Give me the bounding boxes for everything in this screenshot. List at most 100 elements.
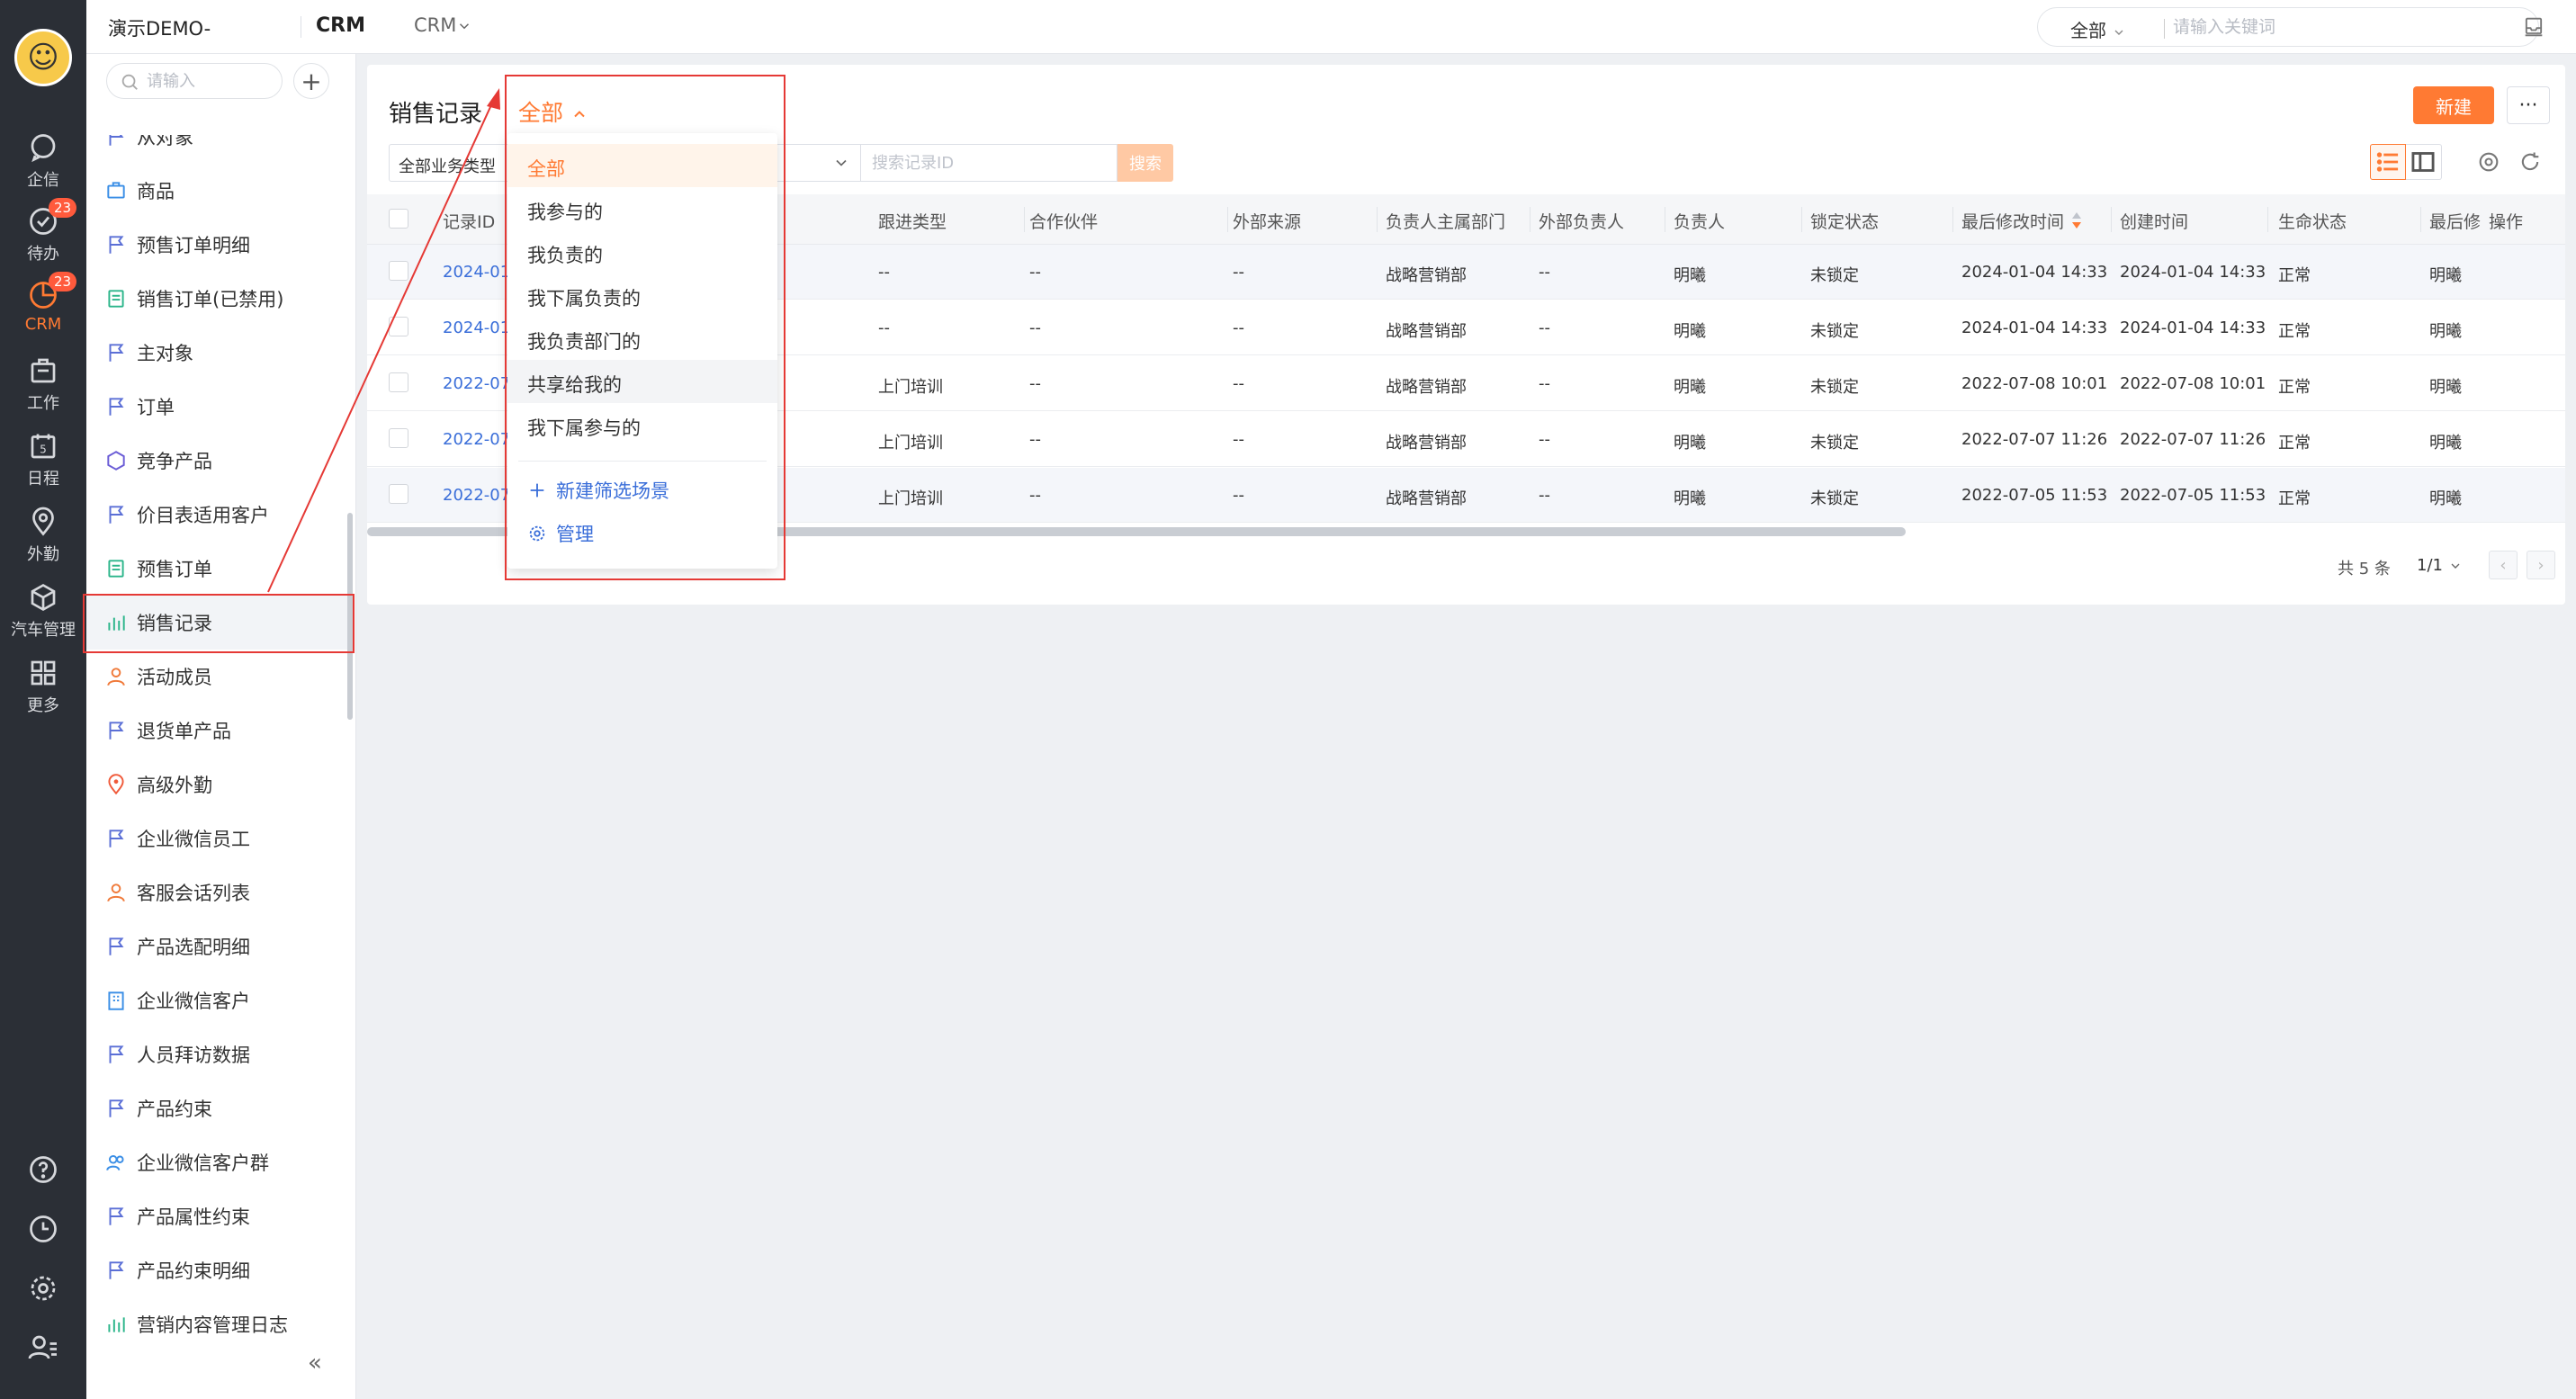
table-cell: 2022-07-07 11:26 (1961, 430, 2108, 449)
nav-item[interactable]: 活动成员 (86, 650, 347, 704)
flag-icon (109, 398, 124, 416)
split-view-toggle[interactable] (2406, 144, 2442, 180)
search-button[interactable]: 搜索 (1117, 144, 1173, 182)
rail-item-car[interactable]: 汽车管理 (0, 576, 86, 648)
rail-item-work[interactable]: 工作 (0, 349, 86, 421)
search-field-select[interactable] (774, 144, 860, 182)
rail-item-crm[interactable]: CRM 23 (0, 272, 86, 345)
nav-item[interactable]: 退货单产品 (86, 704, 347, 758)
row-checkbox[interactable] (389, 484, 408, 504)
inbox-icon[interactable] (2521, 14, 2546, 40)
column-header[interactable]: 记录ID (443, 209, 495, 233)
rail-item-more[interactable]: 更多 (0, 651, 86, 723)
clock-icon[interactable] (27, 1213, 59, 1245)
nav-item[interactable]: 价目表适用客户 (86, 488, 347, 542)
rail-item-field[interactable]: 外勤 (0, 500, 86, 572)
more-button[interactable]: ··· (2507, 86, 2550, 124)
table-cell: 2022-07-05 11:53 (1961, 486, 2108, 505)
column-header[interactable]: 外部负责人 (1539, 209, 1624, 233)
collapse-panel-button[interactable]: « (308, 1350, 322, 1377)
chevron-down-icon (836, 159, 847, 166)
rail-item-chat[interactable]: 企信 (0, 126, 86, 198)
grid-icon (31, 660, 56, 686)
app-logo[interactable]: ☺ (14, 29, 72, 86)
settings-icon[interactable] (27, 1272, 59, 1305)
nav-item[interactable]: 产品约束 (86, 1081, 347, 1135)
column-header[interactable]: 外部来源 (1233, 209, 1301, 233)
add-object-button[interactable]: + (293, 63, 329, 99)
rail-label: 更多 (27, 696, 59, 715)
global-search-input[interactable] (2173, 13, 2515, 40)
column-header[interactable]: 负责人主属部门 (1386, 209, 1505, 233)
table-cell: 未锁定 (1810, 489, 1859, 508)
record-search-input[interactable] (872, 152, 1106, 174)
nav-item[interactable]: 预售订单明细 (86, 218, 347, 272)
table-cell: 2024-01-04 14:33 (2120, 318, 2266, 337)
object-nav-panel: + 从对象商品预售订单明细销售订单(已禁用) 主对象订单竞争产品价目表适用客户预售… (86, 54, 356, 1399)
column-header[interactable]: 锁定状态 (1810, 209, 1879, 233)
nav-item[interactable]: 产品约束明细 (86, 1243, 347, 1297)
nav-item-label: 人员拜访数据 (137, 1045, 250, 1066)
column-header[interactable]: 跟进类型 (878, 209, 947, 233)
user-list-icon[interactable] (27, 1332, 59, 1364)
search-scope-select[interactable]: 全部 (2070, 16, 2126, 42)
record-type-select[interactable]: 全部业务类型 (389, 144, 518, 182)
eye-settings-icon[interactable] (2476, 149, 2501, 175)
table-cell: -- (1539, 374, 1550, 393)
nav-item[interactable]: 企业微信客户 (86, 973, 347, 1027)
nav-item[interactable]: 高级外勤 (86, 758, 347, 812)
table-cell: 上门培训 (878, 378, 943, 397)
nav-item[interactable]: 人员拜访数据 (86, 1027, 347, 1081)
nav-search-input[interactable] (147, 69, 273, 93)
flag-icon (109, 937, 124, 955)
column-header[interactable]: 最后修改时间 (1961, 209, 2064, 233)
nav-item[interactable]: 企业微信员工 (86, 812, 347, 865)
nav-item[interactable]: 产品属性约束 (86, 1189, 347, 1243)
app-menu[interactable]: CRM (414, 14, 472, 36)
sort-icon[interactable] (2068, 211, 2086, 230)
nav-item[interactable]: 产品选配明细 (86, 919, 347, 973)
select-all-checkbox[interactable] (389, 209, 408, 229)
row-checkbox[interactable] (389, 372, 408, 392)
table-cell: 正常 (2278, 489, 2311, 508)
prev-page-button[interactable]: ‹ (2489, 551, 2518, 579)
table-cell: 2024-01-04 14:33 (2120, 263, 2266, 282)
page-size-select[interactable]: 1/1 (2417, 556, 2463, 575)
user-icon (107, 668, 125, 686)
row-checkbox[interactable] (389, 317, 408, 336)
flag-icon (109, 722, 124, 740)
table-cell: 战略营销部 (1386, 322, 1467, 341)
company-name[interactable]: 演示DEMO- (108, 14, 211, 41)
help-icon[interactable] (27, 1153, 59, 1186)
nav-item[interactable]: 客服会话列表 (86, 865, 347, 919)
nav-item-label: 产品属性约束 (137, 1206, 250, 1228)
refresh-icon[interactable] (2518, 149, 2543, 175)
nav-item[interactable]: 预售订单 (86, 542, 347, 596)
column-header[interactable]: 最后修 (2429, 209, 2481, 233)
column-header[interactable]: 负责人 (1674, 209, 1725, 233)
nav-item[interactable]: 主对象 (86, 326, 347, 380)
rail-label: 外勤 (27, 545, 59, 564)
nav-item[interactable]: 竞争产品 (86, 434, 347, 488)
new-button[interactable]: 新建 (2413, 86, 2494, 124)
nav-item[interactable]: 订单 (86, 380, 347, 434)
nav-item[interactable]: 从对象 (86, 135, 347, 164)
row-checkbox[interactable] (389, 261, 408, 281)
pager-total: 共 5 条 (2338, 560, 2391, 578)
table-cell: -- (1233, 318, 1244, 337)
divider (1377, 207, 1378, 232)
rail-item-calendar[interactable]: 5 日程 (0, 425, 86, 497)
column-header[interactable]: 合作伙伴 (1029, 209, 1098, 233)
nav-item[interactable]: 销售订单(已禁用) (86, 272, 347, 326)
table-cell: -- (1029, 486, 1041, 505)
column-header[interactable]: 生命状态 (2278, 209, 2347, 233)
building-icon (108, 991, 124, 1010)
nav-item[interactable]: 商品 (86, 164, 347, 218)
list-view-toggle[interactable] (2370, 144, 2406, 180)
column-header[interactable]: 创建时间 (2120, 209, 2188, 233)
row-checkbox[interactable] (389, 428, 408, 448)
rail-item-todo[interactable]: 待办 23 (0, 198, 86, 272)
next-page-button[interactable]: › (2527, 551, 2555, 579)
nav-item[interactable]: 企业微信客户群 (86, 1135, 347, 1189)
nav-item[interactable]: 营销内容管理日志 (86, 1297, 347, 1351)
